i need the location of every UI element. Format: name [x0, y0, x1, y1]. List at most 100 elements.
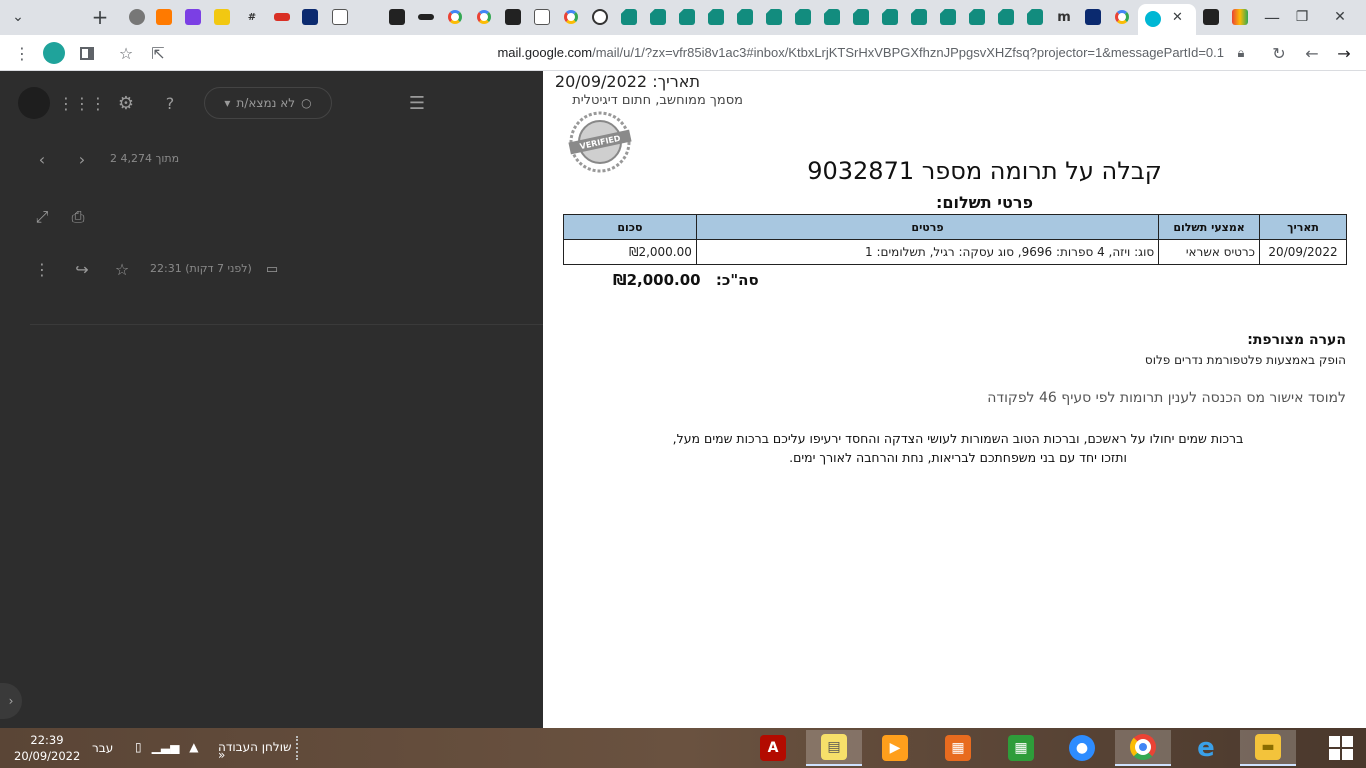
- signal-icon[interactable]: ▁▃▅: [152, 740, 180, 754]
- minimize-window-icon[interactable]: —: [1260, 5, 1284, 29]
- new-tab-button[interactable]: +: [88, 5, 112, 29]
- forward-arrow-icon[interactable]: →: [1332, 41, 1356, 65]
- tab-favicon-teal-8[interactable]: [820, 5, 844, 29]
- reply-icon[interactable]: ↪: [70, 257, 94, 281]
- star-icon[interactable]: ☆: [110, 257, 134, 281]
- lock-icon[interactable]: 🔒︎: [1229, 41, 1253, 65]
- tab-favicon-11[interactable]: [501, 5, 525, 29]
- tab-favicon-teal-1[interactable]: [617, 5, 641, 29]
- tab-favicon-teal-10[interactable]: [878, 5, 902, 29]
- table-header-row: תאריך אמצעי תשלום פרטים סכום: [563, 214, 1347, 240]
- total-row: סה"כ: ₪2,000.00: [613, 271, 759, 289]
- tab-favicon-16[interactable]: [1199, 5, 1223, 29]
- taskbar-media-player[interactable]: ▶: [867, 730, 923, 766]
- blessing-text: ברכות שמים יחולו על ראשכם, וברכות הטוב ה…: [643, 429, 1273, 467]
- desktop-toolbar-label[interactable]: שולחן העבודה »: [218, 740, 293, 768]
- tab-favicon-teal-14[interactable]: [994, 5, 1018, 29]
- blessing-line-1: ברכות שמים יחולו על ראשכם, וברכות הטוב ה…: [672, 431, 1244, 446]
- tab-favicon-7[interactable]: [298, 5, 322, 29]
- tab-favicon-6[interactable]: [270, 5, 294, 29]
- receipt-date: תאריך: 20/09/2022: [554, 72, 700, 91]
- open-new-window-icon[interactable]: ⤢: [30, 205, 54, 229]
- tab-favicon-2[interactable]: [152, 5, 176, 29]
- tab-favicon-17[interactable]: [1228, 5, 1252, 29]
- apps-grid-icon[interactable]: ⋮⋮⋮: [58, 91, 106, 115]
- tab-favicon-teal-15[interactable]: [1023, 5, 1047, 29]
- payment-details-heading: פרטי תשלום:: [935, 193, 1034, 212]
- desktop-label-text: שולחן העבודה: [218, 740, 292, 754]
- tab-favicon-google-4[interactable]: [1110, 5, 1134, 29]
- side-panel-icon[interactable]: [75, 41, 99, 65]
- print-icon[interactable]: ⎙: [66, 205, 90, 229]
- taskbar-sticky-notes[interactable]: ▤: [806, 730, 862, 766]
- active-tab-favicon: [1145, 11, 1161, 27]
- tab-favicon-teal-11[interactable]: [907, 5, 931, 29]
- tab-favicon-15[interactable]: [1081, 5, 1105, 29]
- label-tag-icon: ▭: [265, 261, 279, 277]
- profile-avatar[interactable]: [42, 41, 66, 65]
- taskbar-chrome[interactable]: [1115, 730, 1171, 766]
- newer-chevron-icon[interactable]: ‹: [30, 147, 54, 171]
- tab-favicon-teal-5[interactable]: [733, 5, 757, 29]
- show-hidden-icons-icon[interactable]: ▲: [189, 740, 198, 754]
- tab-favicon-9[interactable]: [385, 5, 409, 29]
- tab-favicon-teal-12[interactable]: [936, 5, 960, 29]
- close-tab-icon[interactable]: ✕: [1172, 10, 1183, 25]
- blessing-line-2: ותזכו יחד עם בני משפחתכם לבריאות, נחת וה…: [789, 450, 1127, 465]
- windows-start-button[interactable]: [1316, 728, 1366, 768]
- total-value: ₪2,000.00: [613, 271, 701, 289]
- taskbar-acrobat[interactable]: A: [745, 730, 801, 766]
- active-tab[interactable]: ✕: [1138, 4, 1196, 35]
- message-timestamp: 22:31 (לפני 7 דקות): [150, 262, 252, 275]
- tab-favicon-12[interactable]: [530, 5, 554, 29]
- share-icon[interactable]: ⇱: [146, 41, 170, 65]
- taskbar-calculator[interactable]: ▦: [993, 730, 1049, 766]
- tab-favicon-8[interactable]: [328, 5, 352, 29]
- tab-favicon-teal-3[interactable]: [675, 5, 699, 29]
- status-dropdown[interactable]: ▾ לא נמצא/ת ○: [204, 87, 332, 119]
- back-arrow-icon[interactable]: ←: [1300, 41, 1324, 65]
- tab-favicon-10[interactable]: [414, 5, 438, 29]
- restore-window-icon[interactable]: ❐: [1290, 5, 1314, 29]
- expand-panel-chevron-icon[interactable]: ›: [0, 683, 22, 719]
- tab-favicon-google-1[interactable]: [443, 5, 467, 29]
- browser-menu-icon[interactable]: ⋮: [10, 41, 34, 65]
- tab-favicon-google-2[interactable]: [472, 5, 496, 29]
- tab-favicon-google-3[interactable]: [559, 5, 583, 29]
- tab-favicon-teal-4[interactable]: [704, 5, 728, 29]
- tab-favicon-5[interactable]: #: [240, 5, 264, 29]
- settings-gear-icon[interactable]: ⚙: [114, 91, 138, 115]
- tab-favicon-13[interactable]: [588, 5, 612, 29]
- reload-icon[interactable]: ↻: [1267, 41, 1291, 65]
- more-options-icon[interactable]: ⋮: [30, 257, 54, 281]
- tab-favicon-teal-7[interactable]: [791, 5, 815, 29]
- taskbar-zoom[interactable]: ●: [1054, 730, 1110, 766]
- tab-favicon-3[interactable]: [181, 5, 205, 29]
- tab-favicon-1[interactable]: [125, 5, 149, 29]
- pager-text: 2 מתוך 4,274: [110, 152, 180, 165]
- desktop-chevron-icon[interactable]: »: [218, 748, 225, 762]
- filter-sliders-icon[interactable]: ☰: [405, 91, 429, 115]
- tab-favicon-teal-2[interactable]: [646, 5, 670, 29]
- taskbar-internet-explorer[interactable]: e: [1178, 730, 1234, 766]
- taskbar-file-explorer[interactable]: ▬: [1240, 730, 1296, 766]
- older-chevron-icon[interactable]: ›: [70, 147, 94, 171]
- taskbar-presentation-app[interactable]: ▦: [930, 730, 986, 766]
- battery-icon[interactable]: ▯: [135, 740, 142, 754]
- address-bar[interactable]: mail.google.com/mail/u/1/?zx=vfr85i8v1ac…: [300, 42, 1224, 64]
- tab-favicon-teal-9[interactable]: [849, 5, 873, 29]
- tab-favicon-14[interactable]: m: [1052, 5, 1076, 29]
- gmail-account-avatar[interactable]: [18, 87, 50, 119]
- language-indicator[interactable]: עבר: [92, 741, 113, 755]
- windows-logo-icon: [1329, 736, 1353, 760]
- digital-signature-note: מסמך ממוחשב, חתום דיגיטלית: [572, 93, 743, 108]
- tab-favicon-teal-13[interactable]: [965, 5, 989, 29]
- taskbar-grip[interactable]: [296, 736, 302, 760]
- bookmark-star-icon[interactable]: ☆: [114, 41, 138, 65]
- tab-favicon-4[interactable]: [210, 5, 234, 29]
- help-icon[interactable]: ?: [158, 91, 182, 115]
- taskbar-clock[interactable]: 22:39 20/09/2022: [14, 732, 80, 764]
- close-window-icon[interactable]: ✕: [1328, 5, 1352, 29]
- tab-favicon-teal-6[interactable]: [762, 5, 786, 29]
- tab-search-icon[interactable]: ⌄: [6, 5, 30, 29]
